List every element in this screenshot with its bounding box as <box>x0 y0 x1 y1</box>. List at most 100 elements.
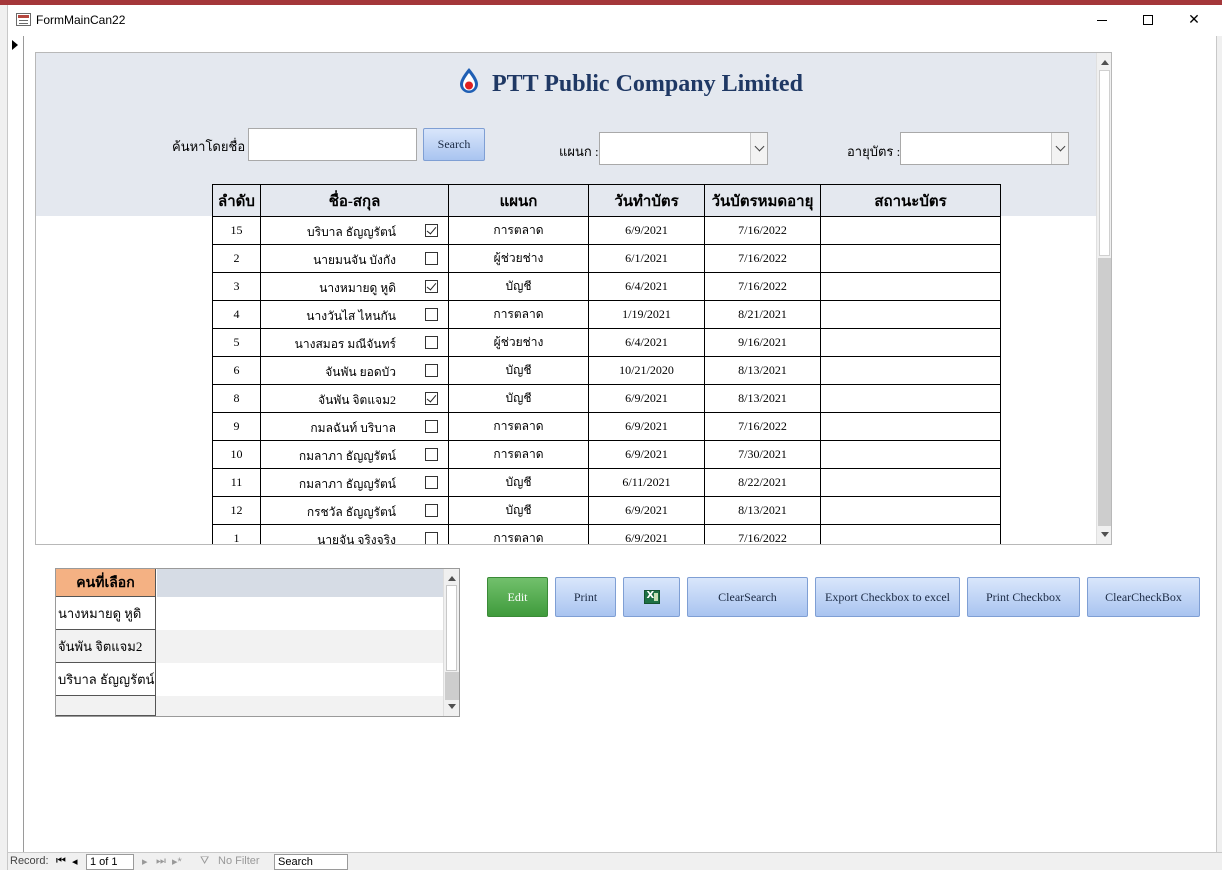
table-row[interactable]: 12 กรชวัล ธัญญรัตน์ บัญชี 6/9/2021 8/13/2021 <box>212 496 1001 525</box>
table-row[interactable]: 6 จันพัน ยอดบัว บัญชี 10/21/2020 8/13/2021 <box>212 356 1001 385</box>
table-row[interactable]: 8 จันพัน จิตแจม2 บัญชี 6/9/2021 8/13/2021 <box>212 384 1001 413</box>
scroll-thumb[interactable] <box>446 585 457 671</box>
clear-checkbox-button[interactable]: ClearCheckBox <box>1087 577 1200 617</box>
employee-name: กมลาภา ธัญญรัตน์ <box>298 449 396 463</box>
cell-no: 12 <box>212 496 261 525</box>
cell-department: การตลาด <box>448 412 589 441</box>
table-row[interactable]: 11 กมลาภา ธัญญรัตน์ บัญชี 6/11/2021 8/22/202… <box>212 468 1001 497</box>
list-item[interactable]: บริบาล ธัญญรัตน์ <box>56 663 443 696</box>
edit-button[interactable]: Edit <box>487 577 548 617</box>
print-checkbox-button[interactable]: Print Checkbox <box>967 577 1080 617</box>
selected-name: จันพัน จิตแจม2 <box>56 630 156 663</box>
select-checkbox[interactable] <box>425 392 438 405</box>
minimize-icon <box>1097 19 1107 21</box>
scroll-thumb[interactable] <box>1099 70 1110 256</box>
last-record-button[interactable]: ⏭ <box>156 855 166 868</box>
expiry-dropdown-button[interactable] <box>1051 133 1068 164</box>
select-checkbox[interactable] <box>425 252 438 265</box>
column-header-issued[interactable]: วันทำบัตร <box>588 184 705 217</box>
select-checkbox[interactable] <box>425 364 438 377</box>
search-button[interactable]: Search <box>423 128 485 161</box>
scroll-down-button[interactable] <box>1097 527 1111 542</box>
close-button[interactable]: ✕ <box>1171 5 1217 35</box>
select-checkbox[interactable] <box>425 336 438 349</box>
scroll-up-button[interactable] <box>1097 55 1111 70</box>
column-header-status[interactable]: สถานะบัตร <box>820 184 1001 217</box>
cell-no: 9 <box>212 412 261 441</box>
cell-department: ผู้ช่วยช่าง <box>448 244 589 273</box>
scroll-up-button[interactable] <box>444 571 459 586</box>
export-excel-button[interactable] <box>623 577 680 617</box>
selected-list-scrollbar[interactable] <box>443 569 459 716</box>
cell-card-status <box>820 440 1001 469</box>
cell-issued-date: 6/9/2021 <box>588 216 705 245</box>
select-checkbox[interactable] <box>425 308 438 321</box>
employee-name: จันพัน ยอดบัว <box>325 365 396 379</box>
export-checkbox-button[interactable]: Export Checkbox to excel <box>815 577 960 617</box>
table-row[interactable]: 5 นางสมอร มณีจันทร์ ผู้ช่วยช่าง 6/4/2021 9/1… <box>212 328 1001 357</box>
minimize-button[interactable] <box>1079 5 1125 35</box>
filter-toggle[interactable]: No Filter <box>218 855 260 867</box>
employee-name: นายจัน จริงจริง <box>317 533 396 545</box>
list-item[interactable]: นางหมายดู หูดิ <box>56 597 443 630</box>
list-item[interactable] <box>56 696 443 716</box>
clear-search-button[interactable]: ClearSearch <box>687 577 808 617</box>
department-dropdown-button[interactable] <box>750 133 767 164</box>
search-input[interactable] <box>248 128 417 161</box>
table-row[interactable]: 15 บริบาล ธัญญรัตน์ การตลาด 6/9/2021 7/16/20… <box>212 216 1001 245</box>
scroll-down-button[interactable] <box>444 699 459 714</box>
current-record-field[interactable]: 1 of 1 <box>86 854 134 870</box>
column-header-no[interactable]: ลำดับ <box>212 184 261 217</box>
scroll-track[interactable] <box>1098 258 1111 526</box>
column-header-expires[interactable]: วันบัตรหมดอายุ <box>704 184 821 217</box>
select-checkbox[interactable] <box>425 448 438 461</box>
column-header-department[interactable]: แผนก <box>448 184 589 217</box>
department-select[interactable] <box>599 132 768 165</box>
table-row[interactable]: 2 นายมนจัน บังกัง ผู้ช่วยช่าง 6/1/2021 7/16/… <box>212 244 1001 273</box>
select-checkbox[interactable] <box>425 280 438 293</box>
table-row[interactable]: 1 นายจัน จริงจริง การตลาด 6/9/2021 7/16/2022 <box>212 524 1001 545</box>
table-row[interactable]: 3 นางหมายดู หูดิ บัญชี 6/4/2021 7/16/2022 <box>212 272 1001 301</box>
cell-card-status <box>820 468 1001 497</box>
cell-issued-date: 6/9/2021 <box>588 384 705 413</box>
selected-name: บริบาล ธัญญรัตน์ <box>56 663 156 696</box>
nav-search-input[interactable]: Search <box>274 854 348 870</box>
table-header-row: ลำดับ ชื่อ-สกุล แผนก วันทำบัตร วันบัตรหม… <box>212 184 1001 217</box>
company-name: PTT Public Company Limited <box>492 71 803 97</box>
cell-issued-date: 6/9/2021 <box>588 524 705 544</box>
scroll-up-icon <box>1100 60 1109 65</box>
cell-no: 11 <box>212 468 261 497</box>
select-checkbox[interactable] <box>425 420 438 433</box>
select-checkbox[interactable] <box>425 532 438 544</box>
table-row[interactable]: 10 กมลาภา ธัญญรัตน์ การตลาด 6/9/2021 7/30/20… <box>212 440 1001 469</box>
first-record-button[interactable]: ⏮ <box>56 855 66 868</box>
table-row[interactable]: 9 กมลฉันท์ บริบาล การตลาด 6/9/2021 7/16/2022 <box>212 412 1001 441</box>
print-button[interactable]: Print <box>555 577 616 617</box>
expiry-select[interactable] <box>900 132 1069 165</box>
employee-table: ลำดับ ชื่อ-สกุล แผนก วันทำบัตร วันบัตรหม… <box>212 184 1001 545</box>
employee-name: บริบาล ธัญญรัตน์ <box>307 225 396 239</box>
subform-scrollbar[interactable] <box>1096 53 1111 544</box>
cell-name: จันพัน จิตแจม2 <box>260 384 449 413</box>
new-record-button[interactable]: ▸* <box>172 855 182 868</box>
employee-name: กรชวัล ธัญญรัตน์ <box>306 505 396 519</box>
cell-name: กมลฉันท์ บริบาล <box>260 412 449 441</box>
employee-name: นางสมอร มณีจันทร์ <box>294 337 396 351</box>
column-header-name[interactable]: ชื่อ-สกุล <box>260 184 449 217</box>
close-icon: ✕ <box>1188 12 1200 28</box>
previous-record-button[interactable]: ◂ <box>72 855 78 868</box>
select-checkbox[interactable] <box>425 504 438 517</box>
employee-name: กมลาภา ธัญญรัตน์ <box>298 477 396 491</box>
select-checkbox[interactable] <box>425 224 438 237</box>
record-selector[interactable] <box>8 36 24 852</box>
list-item[interactable]: จันพัน จิตแจม2 <box>56 630 443 663</box>
cell-issued-date: 6/11/2021 <box>588 468 705 497</box>
cell-expiry-date: 8/13/2021 <box>704 384 821 413</box>
select-checkbox[interactable] <box>425 476 438 489</box>
scroll-up-icon <box>447 576 456 581</box>
employee-name: กมลฉันท์ บริบาล <box>310 421 396 435</box>
scroll-track[interactable] <box>445 672 459 700</box>
next-record-button[interactable]: ▸ <box>142 855 148 868</box>
maximize-button[interactable] <box>1125 5 1171 35</box>
table-row[interactable]: 4 นางวันไส ไหนกัน การตลาด 1/19/2021 8/21/202… <box>212 300 1001 329</box>
